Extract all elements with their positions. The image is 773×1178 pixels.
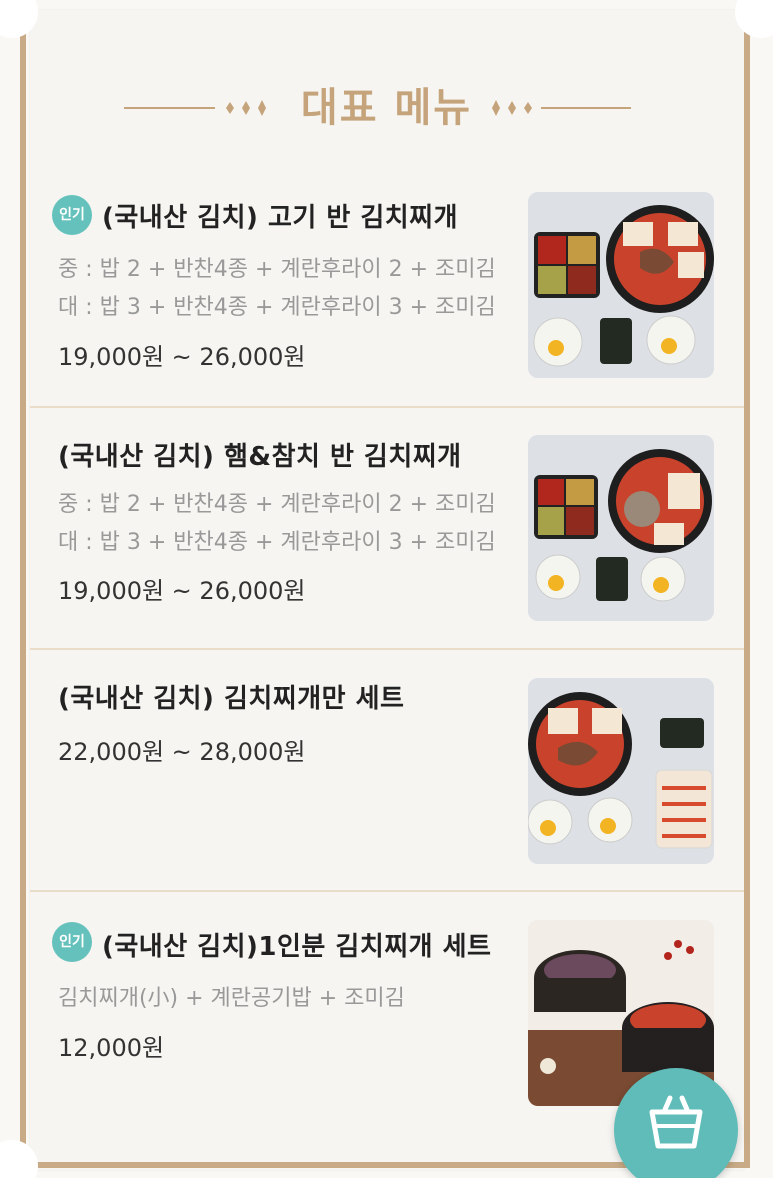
menu-item-price: 19,000원 ~ 26,000원 [58, 577, 306, 605]
section-header: 대표 메뉴 [0, 78, 773, 138]
menu-item-desc: 중 : 밥 2 + 반찬4종 + 계란후라이 2 + 조미김 [58, 492, 496, 517]
menu-page: 대표 메뉴 인기 (국내산 김치) 고기 반 김치찌개 중 : 밥 2 + 반찬… [0, 0, 773, 1178]
menu-item[interactable]: (국내산 김치) 햄&참치 반 김치찌개 중 : 밥 2 + 반찬4종 + 계란… [30, 408, 744, 650]
basket-icon [649, 1095, 703, 1149]
popular-badge: 인기 [52, 195, 92, 235]
menu-item-name: (국내산 김치) 햄&참치 반 김치찌개 [58, 442, 462, 472]
menu-item-desc: 김치찌개(小) + 계란공기밥 + 조미김 [58, 986, 405, 1011]
menu-item-price: 19,000원 ~ 26,000원 [58, 343, 306, 371]
menu-item[interactable]: 인기 (국내산 김치) 고기 반 김치찌개 중 : 밥 2 + 반찬4종 + 계… [30, 175, 744, 408]
kimchi-stew-photo-icon [528, 192, 714, 378]
menu-item-price: 22,000원 ~ 28,000원 [58, 738, 306, 766]
section-title: 대표 메뉴 [300, 85, 473, 131]
cart-button[interactable] [614, 1068, 738, 1178]
ornament-right-icon [492, 100, 631, 116]
stew-only-set-photo-icon [528, 678, 714, 864]
menu-item-desc: 대 : 밥 3 + 반찬4종 + 계란후라이 3 + 조미김 [58, 295, 496, 320]
menu-item-desc: 대 : 밥 3 + 반찬4종 + 계란후라이 3 + 조미김 [58, 530, 496, 555]
ham-tuna-stew-photo-icon [528, 435, 714, 621]
menu-item-photo [528, 678, 714, 864]
menu-item[interactable]: (국내산 김치) 김치찌개만 세트 22,000원 ~ 28,000원 [30, 650, 744, 892]
popular-badge: 인기 [52, 922, 92, 962]
menu-item-photo [528, 435, 714, 621]
menu-item-name: (국내산 김치)1인분 김치찌개 세트 [102, 932, 492, 962]
menu-item-desc: 중 : 밥 2 + 반찬4종 + 계란후라이 2 + 조미김 [58, 257, 496, 282]
menu-item-name: (국내산 김치) 김치찌개만 세트 [58, 684, 405, 714]
menu-item-photo [528, 192, 714, 378]
menu-item-name: (국내산 김치) 고기 반 김치찌개 [102, 203, 459, 233]
menu-item-price: 12,000원 [58, 1034, 165, 1062]
